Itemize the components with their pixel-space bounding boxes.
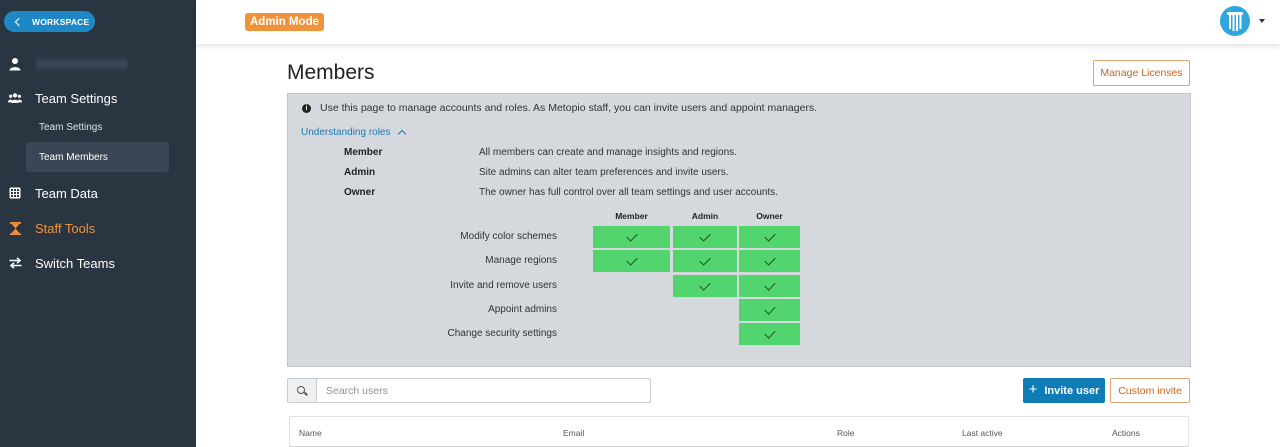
swap-arrows-icon xyxy=(8,256,22,270)
permission-label: Modify color schemes xyxy=(460,231,557,242)
sidebar-user[interactable] xyxy=(0,53,196,75)
permission-cell-allowed xyxy=(739,299,800,321)
custom-invite-button[interactable]: Custom invite xyxy=(1110,378,1190,403)
top-bar: Admin Mode xyxy=(196,0,1280,44)
sidebar-item-team-data[interactable]: Team Data xyxy=(0,182,196,204)
sidebar-item-team-settings[interactable]: Team Settings xyxy=(0,87,196,109)
workspace-back-button[interactable]: WORKSPACE xyxy=(4,11,95,32)
permission-column-header: Admin xyxy=(691,211,719,221)
sidebar: WORKSPACE Team Settings Team Settings Te… xyxy=(0,0,196,447)
permission-cell-allowed xyxy=(673,275,737,297)
permission-cell-allowed xyxy=(673,250,737,272)
sidebar-item-label: Team Data xyxy=(35,185,98,201)
column-header-last-active[interactable]: Last active xyxy=(962,428,1003,438)
permission-label: Appoint admins xyxy=(488,304,557,315)
sidebar-item-label: Staff Tools xyxy=(35,220,96,236)
role-description: All members can create and manage insigh… xyxy=(479,147,737,158)
sidebar-subitem-team-members[interactable]: Team Members xyxy=(26,142,169,172)
search-input[interactable] xyxy=(317,379,650,402)
chevron-left-icon xyxy=(14,17,24,26)
sidebar-subitem-team-settings[interactable]: Team Settings xyxy=(26,112,169,142)
hourglass-icon xyxy=(8,221,22,235)
info-icon: i xyxy=(302,103,311,113)
understanding-roles-toggle[interactable]: Understanding roles xyxy=(301,127,406,139)
plus-icon: + xyxy=(1028,381,1038,398)
check-icon xyxy=(699,229,711,242)
admin-mode-badge: Admin Mode xyxy=(245,13,324,31)
search-bar xyxy=(287,378,651,403)
sidebar-item-label: Team Settings xyxy=(35,90,118,106)
users-icon xyxy=(8,91,22,105)
column-header-email[interactable]: Email xyxy=(563,428,584,438)
sidebar-subitem-label: Team Settings xyxy=(39,121,103,133)
column-header-role[interactable]: Role xyxy=(837,428,854,438)
permission-cell-allowed xyxy=(593,250,670,272)
sidebar-item-label: Switch Teams xyxy=(35,255,115,271)
check-icon xyxy=(699,278,711,291)
permission-label: Manage regions xyxy=(485,255,557,266)
role-description: Site admins can alter team preferences a… xyxy=(479,167,729,178)
user-icon xyxy=(9,58,21,71)
members-table-header: Name Email Role Last active Actions xyxy=(289,416,1189,447)
page-title: Members xyxy=(287,61,375,84)
sidebar-item-switch-teams[interactable]: Switch Teams xyxy=(0,252,196,274)
check-icon xyxy=(699,253,711,266)
avatar[interactable] xyxy=(1220,6,1250,36)
column-header-name[interactable]: Name xyxy=(299,428,322,438)
search-icon-box[interactable] xyxy=(288,379,317,402)
org-logo-icon xyxy=(1227,12,1243,31)
permission-cell-allowed xyxy=(739,275,800,297)
permission-column-header: Owner xyxy=(756,211,783,221)
invite-user-button[interactable]: + Invite user xyxy=(1023,378,1105,403)
permission-cell-allowed xyxy=(593,226,670,248)
column-header-actions: Actions xyxy=(1112,428,1140,438)
permission-label: Invite and remove users xyxy=(450,280,557,291)
user-name-redacted xyxy=(36,59,128,69)
search-icon xyxy=(297,385,305,394)
roles-info-panel: i Use this page to manage accounts and r… xyxy=(287,93,1191,367)
check-icon xyxy=(763,253,776,266)
permission-cell-allowed xyxy=(739,226,800,248)
role-description: The owner has full control over all team… xyxy=(479,187,779,198)
workspace-label: WORKSPACE xyxy=(32,16,90,27)
info-text: Use this page to manage accounts and rol… xyxy=(320,102,818,114)
check-icon xyxy=(763,302,776,315)
permission-column-header: Member xyxy=(615,211,648,221)
role-name: Member xyxy=(344,147,383,158)
check-icon xyxy=(763,278,776,291)
role-name: Owner xyxy=(344,187,376,198)
check-icon xyxy=(763,326,776,339)
table-icon xyxy=(8,186,22,200)
chevron-up-icon xyxy=(397,129,406,139)
info-message: i Use this page to manage accounts and r… xyxy=(302,102,817,114)
sidebar-subitem-label: Team Members xyxy=(39,151,108,163)
permission-cell-allowed xyxy=(739,323,800,345)
avatar-menu-caret-icon[interactable] xyxy=(1259,19,1265,23)
permission-cell-allowed xyxy=(739,250,800,272)
understanding-roles-label: Understanding roles xyxy=(301,127,391,138)
manage-licenses-button[interactable]: Manage Licenses xyxy=(1093,60,1190,86)
sidebar-item-staff-tools[interactable]: Staff Tools xyxy=(0,217,196,239)
permission-cell-allowed xyxy=(673,226,737,248)
check-icon xyxy=(625,253,638,266)
role-name: Admin xyxy=(344,167,376,178)
invite-user-label: Invite user xyxy=(1044,384,1100,397)
permission-label: Change security settings xyxy=(447,328,557,339)
check-icon xyxy=(763,229,776,242)
check-icon xyxy=(625,229,638,242)
